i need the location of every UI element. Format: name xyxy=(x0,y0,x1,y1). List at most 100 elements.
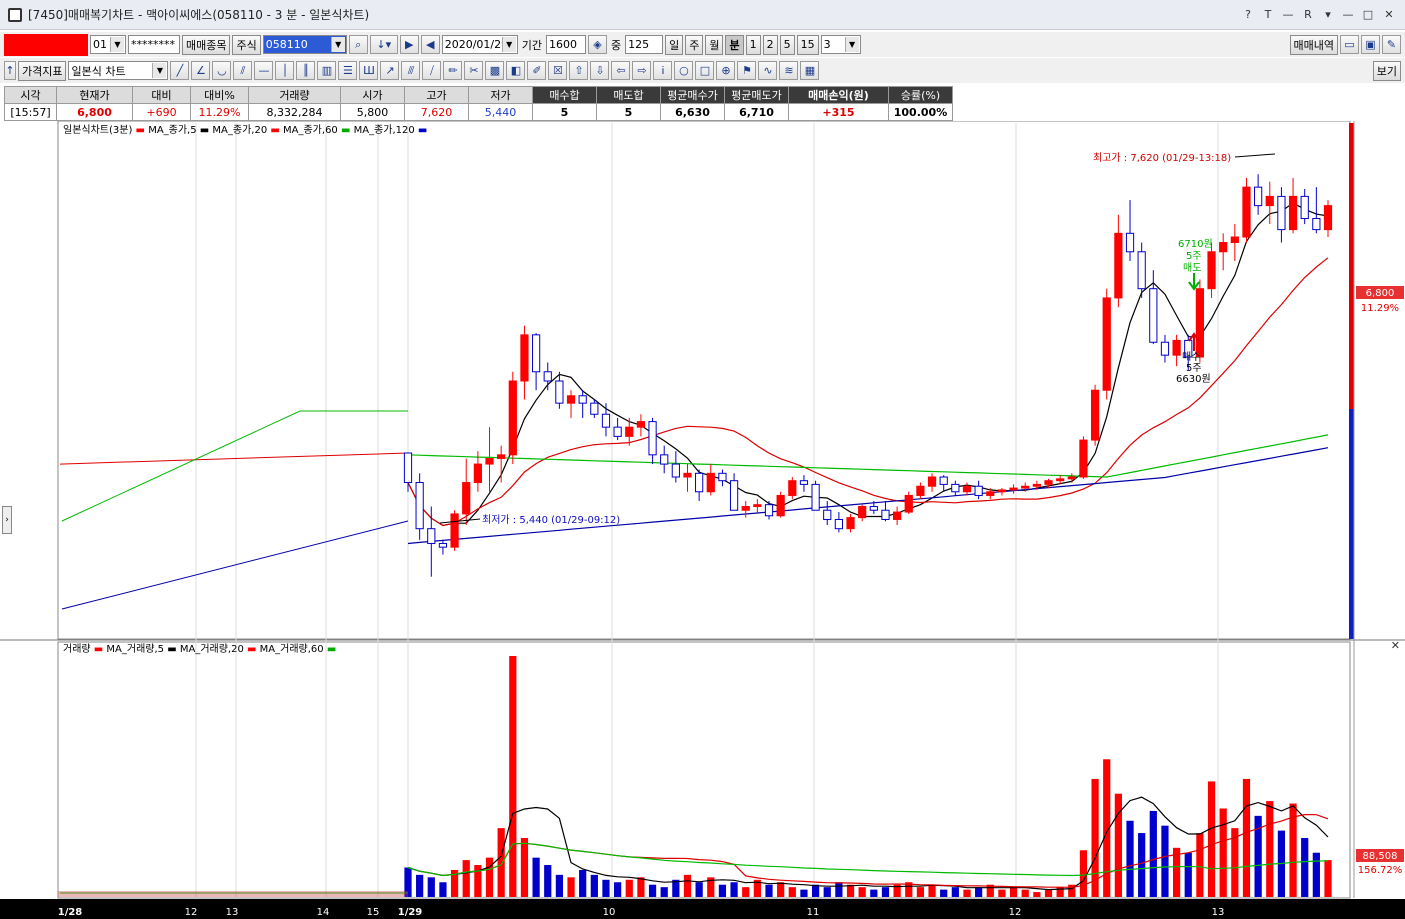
rect-tool-icon[interactable]: □ xyxy=(695,61,715,80)
arrow-left-icon[interactable]: ⇦ xyxy=(611,61,631,80)
volume-bar xyxy=(1242,778,1251,897)
close-button[interactable]: ✕ xyxy=(1379,5,1399,23)
th-pnl: 매매손익(원) xyxy=(788,86,889,104)
circle-tool-icon[interactable]: ○ xyxy=(674,61,694,80)
menu-chevron-icon[interactable]: ▾ xyxy=(1319,5,1337,23)
line-tool-icon[interactable]: ╱ xyxy=(170,61,190,80)
volume-bar xyxy=(963,889,971,897)
volume-bar xyxy=(637,877,645,897)
tf-1[interactable]: 1 xyxy=(745,34,761,55)
market-select-button[interactable]: 주식 xyxy=(232,34,261,55)
chart-area[interactable]: ✕ 일본식차트(3분) ▬ MA_종가,5 ▬ MA_종가,20 ▬ MA_종가… xyxy=(0,121,1405,919)
comb-tool-icon[interactable]: Ш xyxy=(359,61,379,80)
interval-select[interactable]: 3 ▼ xyxy=(820,35,861,54)
arrow-right-icon[interactable]: ⇨ xyxy=(632,61,652,80)
hline-tool-icon[interactable]: — xyxy=(254,61,274,80)
stock-code-input[interactable]: 058110 ▼ xyxy=(262,35,347,54)
chevron-down-icon[interactable]: ▼ xyxy=(501,37,516,52)
candle-body xyxy=(508,380,517,456)
search-icon[interactable]: ⌕ xyxy=(348,35,368,54)
settings-icon[interactable]: ▦ xyxy=(800,61,820,80)
period-input[interactable]: 1600 xyxy=(545,35,586,54)
arc-tool-icon[interactable]: ◡ xyxy=(212,61,232,80)
wave-icon[interactable]: ∿ xyxy=(758,61,778,80)
edit-icon[interactable]: ✐ xyxy=(527,61,547,80)
tf-2[interactable]: 2 xyxy=(762,34,778,55)
arrow-down-icon[interactable]: ⇩ xyxy=(590,61,610,80)
grid-tool-icon[interactable]: ▥ xyxy=(317,61,337,80)
pin-icon[interactable]: — xyxy=(1279,5,1297,23)
legend-dot: ▬ xyxy=(338,125,354,136)
fill-icon[interactable]: ◧ xyxy=(506,61,526,80)
chevron-down-icon[interactable]: ▼ xyxy=(110,37,124,52)
volume-bar xyxy=(1312,852,1320,897)
trade-stock-button[interactable]: 매매종목 xyxy=(182,34,231,55)
candle-body xyxy=(636,421,646,428)
volume-axis-value: 88,508 xyxy=(1363,851,1398,862)
view-button[interactable]: 보기 xyxy=(1372,60,1401,81)
pencil-icon[interactable]: ✏ xyxy=(443,61,463,80)
save-icon[interactable]: ▣ xyxy=(1361,35,1380,54)
password-field[interactable]: ******** xyxy=(128,35,180,54)
delete-icon[interactable]: ☒ xyxy=(548,61,568,80)
candle-body xyxy=(893,511,902,520)
tf-day[interactable]: 일 xyxy=(665,34,684,55)
minimize-button[interactable]: — xyxy=(1339,5,1357,23)
date-picker[interactable]: 2020/01/29 ▼ xyxy=(441,35,518,54)
volume-bar xyxy=(1009,887,1018,897)
chevron-down-icon[interactable]: ▼ xyxy=(330,37,345,52)
channel-tool-icon[interactable]: ⫻ xyxy=(401,61,421,80)
tf-15[interactable]: 15 xyxy=(796,34,819,55)
scissors-icon[interactable]: ✂ xyxy=(464,61,484,80)
tf-week[interactable]: 주 xyxy=(685,34,704,55)
wrench-icon[interactable]: ✎ xyxy=(1382,35,1401,54)
maximize-button[interactable]: □ xyxy=(1359,5,1377,23)
candle-body xyxy=(916,485,925,496)
tf-month[interactable]: 월 xyxy=(705,34,724,55)
chevron-down-icon[interactable]: ▼ xyxy=(152,63,167,78)
account-redacted[interactable] xyxy=(4,33,88,56)
close-volume-icon[interactable]: ✕ xyxy=(1391,639,1400,652)
th-current: 현재가 xyxy=(56,86,133,104)
trade-history-button[interactable]: 매매내역 xyxy=(1289,34,1338,55)
fan-tool-icon[interactable]: ⫽ xyxy=(233,61,253,80)
color-icon[interactable]: ▩ xyxy=(485,61,505,80)
text-tool-icon[interactable]: Ꭵ xyxy=(653,61,673,80)
up-arrow-icon[interactable]: ↑ xyxy=(4,61,16,80)
parallel-tool-icon[interactable]: ⧸ xyxy=(422,61,442,80)
vline-tool-icon[interactable]: │ xyxy=(275,61,295,80)
play-icon[interactable]: ▶ xyxy=(399,35,419,54)
sort-icon[interactable]: ↓▾ xyxy=(369,35,398,54)
candle-body xyxy=(1242,186,1251,238)
val-avg-buy: 6,630 xyxy=(660,103,725,121)
title-t-icon[interactable]: T xyxy=(1259,5,1277,23)
step-back-icon[interactable]: ◀ xyxy=(420,35,440,54)
volume-bar xyxy=(590,874,598,897)
cycle-tool-icon[interactable]: ║ xyxy=(296,61,316,80)
time-axis-label: 10 xyxy=(603,907,616,918)
compare-icon[interactable]: ≋ xyxy=(779,61,799,80)
period-label: 기간 xyxy=(521,38,542,52)
marker-icon[interactable]: ⚑ xyxy=(737,61,757,80)
help-icon[interactable]: ? xyxy=(1239,5,1257,23)
fibo-tool-icon[interactable]: ☰ xyxy=(338,61,358,80)
chart-type-select[interactable]: 일본식 차트 ▼ xyxy=(68,61,169,80)
tf-minute[interactable]: 분 xyxy=(725,34,744,55)
legend-dot: ▬ xyxy=(164,644,180,655)
folder-icon[interactable]: ▭ xyxy=(1340,35,1359,54)
val-open: 5,800 xyxy=(340,103,405,121)
volume-bar xyxy=(858,887,866,897)
chevron-down-icon[interactable]: ▼ xyxy=(844,37,859,52)
arrow-up-icon[interactable]: ⇧ xyxy=(569,61,589,80)
trend-tool-icon[interactable]: ↗ xyxy=(380,61,400,80)
account-suffix-select[interactable]: 01 ▼ xyxy=(90,35,126,54)
r-icon[interactable]: R xyxy=(1299,5,1317,23)
count-input[interactable]: 125 xyxy=(625,35,664,54)
svg-text:거래량 ▬ MA_거래량,5 ▬ MA_거래량,20 ▬ M: 거래량 ▬ MA_거래량,5 ▬ MA_거래량,20 ▬ MA_거래량,60 ▬ xyxy=(63,643,336,655)
tf-5[interactable]: 5 xyxy=(779,34,795,55)
indicator-button[interactable]: 가격지표 xyxy=(18,60,67,81)
period-spin-icon[interactable]: ◈ xyxy=(587,35,607,54)
candle-body xyxy=(927,476,937,487)
zoom-icon[interactable]: ⊕ xyxy=(716,61,736,80)
angle-tool-icon[interactable]: ∠ xyxy=(191,61,211,80)
